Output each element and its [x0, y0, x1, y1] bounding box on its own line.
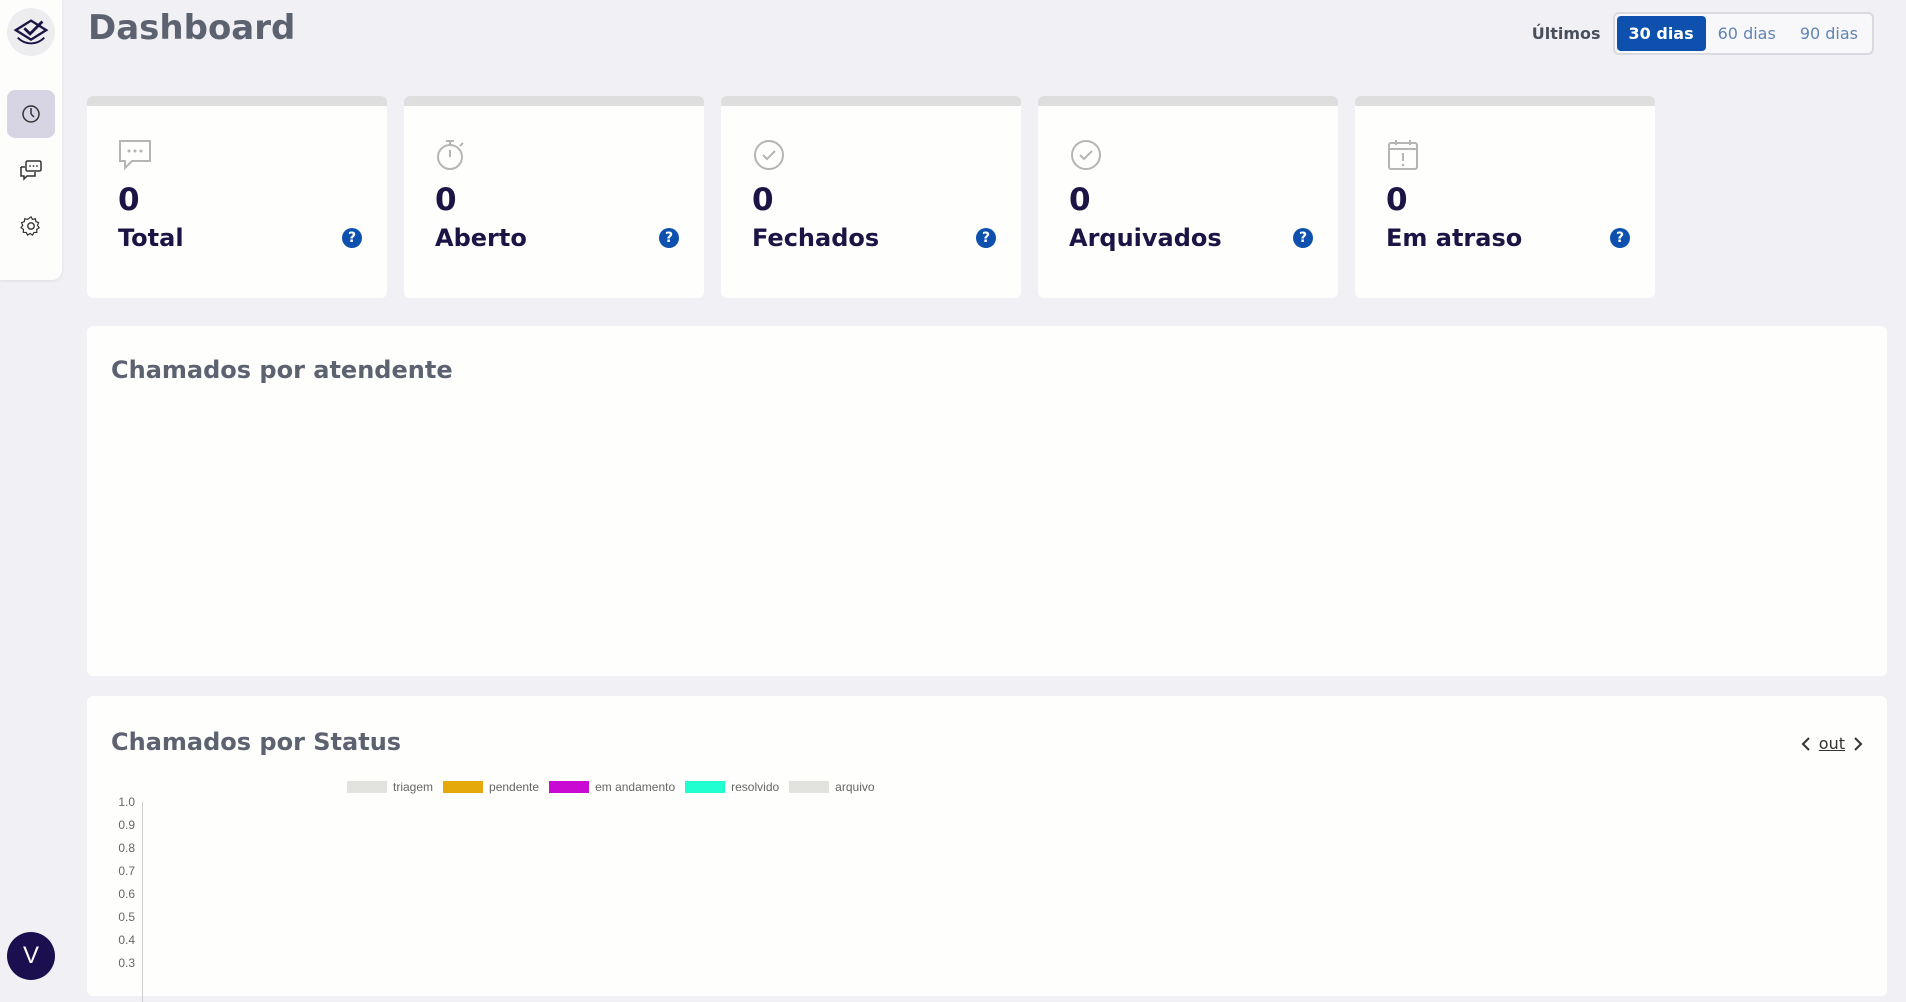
help-icon[interactable]: ?: [1293, 228, 1313, 248]
card-label: Total: [118, 224, 184, 252]
y-tick-label: 0.9: [118, 818, 135, 832]
avatar[interactable]: V: [7, 932, 55, 980]
panel-title: Chamados por atendente: [111, 356, 453, 384]
help-icon[interactable]: ?: [1610, 228, 1630, 248]
card-label: Fechados: [752, 224, 880, 252]
card-topbar: [87, 96, 387, 106]
legend-label: arquivo: [835, 780, 875, 794]
stat-card-arquivados: 0 Arquivados ?: [1038, 96, 1338, 298]
calendar-alert-icon: [1388, 140, 1418, 170]
y-tick-label: 0.3: [118, 956, 135, 970]
card-label: Arquivados: [1069, 224, 1222, 252]
panel-chamados-por-status: Chamados por Status out triagem pendente…: [87, 696, 1887, 1002]
legend-swatch: [549, 781, 590, 793]
stat-card-fechados: 0 Fechados ?: [721, 96, 1021, 298]
card-topbar: [1355, 96, 1655, 106]
card-value: 0: [752, 182, 774, 218]
chevron-left-icon[interactable]: [1801, 736, 1811, 752]
period-90-button[interactable]: 90 dias: [1788, 16, 1870, 51]
legend-item[interactable]: em andamento: [549, 780, 675, 794]
legend-label: pendente: [489, 780, 540, 794]
chat-bubble-icon: [119, 140, 151, 171]
panel-title: Chamados por Status: [111, 728, 402, 756]
y-tick-label: 1.0: [118, 795, 135, 809]
chevron-right-icon[interactable]: [1853, 736, 1863, 752]
sidebar-item-settings[interactable]: [7, 202, 55, 250]
y-tick-label: 0.5: [118, 910, 135, 924]
card-value: 0: [1386, 182, 1408, 218]
card-label: Aberto: [435, 224, 527, 252]
sidebar-panel: [0, 0, 62, 280]
legend-item[interactable]: resolvido: [685, 780, 779, 794]
legend-label: triagem: [393, 780, 434, 794]
stat-card-em-atraso: 0 Em atraso ?: [1355, 96, 1655, 298]
stat-card-total: 0 Total ?: [87, 96, 387, 298]
legend-swatch: [685, 781, 726, 793]
y-tick-label: 0.7: [118, 864, 135, 878]
period-button-group: 30 dias 60 dias 90 dias: [1612, 12, 1874, 55]
timer-icon: [437, 140, 464, 170]
legend-item[interactable]: pendente: [443, 780, 539, 794]
legend-swatch: [789, 781, 830, 793]
card-value: 0: [1069, 182, 1091, 218]
month-link[interactable]: out: [1819, 734, 1845, 753]
period-30-button[interactable]: 30 dias: [1616, 16, 1706, 51]
y-tick-label: 0.6: [118, 887, 135, 901]
logo[interactable]: [7, 8, 55, 56]
panel-chamados-por-atendente: Chamados por atendente: [87, 326, 1887, 676]
month-navigation: out: [1801, 734, 1863, 753]
check-circle-icon: [1071, 140, 1101, 170]
card-value: 0: [435, 182, 457, 218]
legend-label: resolvido: [731, 780, 780, 794]
help-icon[interactable]: ?: [342, 228, 362, 248]
card-value: 0: [118, 182, 140, 218]
card-topbar: [721, 96, 1021, 106]
period-label: Últimos: [1531, 24, 1601, 43]
y-tick-label: 0.8: [118, 841, 135, 855]
card-label: Em atraso: [1386, 224, 1523, 252]
chart-legend: triagem pendente em andamento resolvido …: [347, 780, 885, 794]
dashboard-icon: [22, 105, 40, 123]
gear-icon: [20, 215, 41, 237]
sidebar-item-dashboard[interactable]: [7, 90, 55, 138]
y-tick-label: 0.4: [118, 933, 135, 947]
period-60-button[interactable]: 60 dias: [1706, 16, 1788, 51]
chat-icon: [20, 160, 42, 181]
sidebar-item-chat[interactable]: [7, 146, 55, 194]
y-axis-line: [142, 802, 143, 1002]
avatar-initial: V: [22, 942, 39, 969]
help-icon[interactable]: ?: [976, 228, 996, 248]
legend-swatch: [443, 781, 484, 793]
legend-label: em andamento: [595, 780, 676, 794]
help-icon[interactable]: ?: [659, 228, 679, 248]
sidebar: V: [0, 0, 62, 982]
check-circle-icon: [754, 140, 784, 170]
legend-item[interactable]: arquivo: [789, 780, 875, 794]
card-topbar: [1038, 96, 1338, 106]
logo-icon: [13, 19, 49, 45]
page-title: Dashboard: [88, 8, 296, 48]
period-selector: Últimos 30 dias 60 dias 90 dias: [1532, 12, 1874, 55]
card-topbar: [404, 96, 704, 106]
stat-card-aberto: 0 Aberto ?: [404, 96, 704, 298]
legend-item[interactable]: triagem: [347, 780, 433, 794]
legend-swatch: [347, 781, 387, 793]
